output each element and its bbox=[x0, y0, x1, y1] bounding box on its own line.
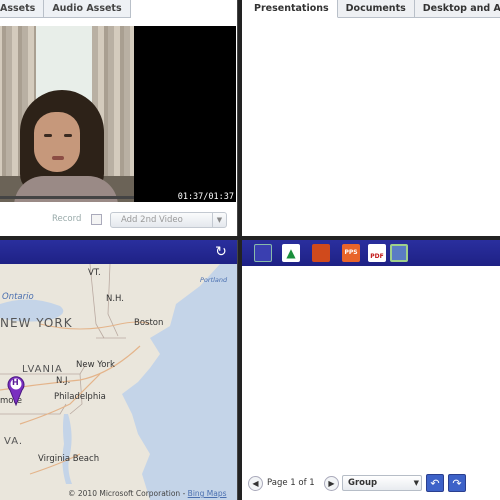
refresh-icon[interactable]: ↻ bbox=[213, 244, 229, 260]
video-letterbox bbox=[134, 26, 236, 202]
map-label-va: VA. bbox=[4, 436, 24, 447]
map-label-virginia-beach: Virginia Beach bbox=[38, 454, 100, 464]
presenter-eye-left bbox=[44, 134, 52, 137]
map-header-bar: ↻ bbox=[0, 240, 237, 264]
record-label: Record bbox=[52, 214, 82, 224]
group-select[interactable]: Group ▼ bbox=[342, 475, 422, 491]
app-root: Assets Audio Assets 01:37/01:37 Record A… bbox=[0, 0, 500, 500]
map-label-boston: Boston bbox=[134, 318, 164, 328]
record-checkbox[interactable] bbox=[91, 214, 102, 225]
video-frame bbox=[0, 26, 134, 202]
next-page-icon[interactable]: ▶ bbox=[324, 476, 339, 491]
map-label-pa: LVANIA bbox=[22, 364, 63, 375]
media-tabs: Assets Audio Assets bbox=[0, 0, 131, 18]
copyright-text: © 2010 Microsoft Corporation bbox=[68, 489, 181, 498]
tab-documents[interactable]: Documents bbox=[337, 0, 415, 18]
presenter-mouth bbox=[52, 156, 64, 160]
video-timecode: 01:37/01:37 bbox=[177, 192, 234, 202]
tab-desktop-and-apps[interactable]: Desktop and Ap bbox=[414, 0, 500, 18]
previous-page-icon[interactable]: ◀ bbox=[248, 476, 263, 491]
chevron-down-icon[interactable]: ▼ bbox=[212, 213, 226, 227]
add-second-video-button[interactable]: Add 2nd Video ▼ bbox=[110, 212, 227, 228]
map-label-new-york-state: NEW YORK bbox=[0, 316, 73, 330]
chevron-down-icon: ▼ bbox=[413, 479, 419, 487]
screen-share-icon[interactable] bbox=[390, 244, 408, 262]
pdf-text: PDF bbox=[370, 253, 384, 260]
record-controls: Record Add 2nd Video ▼ bbox=[0, 210, 236, 230]
bing-maps-link[interactable]: Bing Maps bbox=[188, 489, 227, 498]
tab-audio-assets[interactable]: Audio Assets bbox=[44, 0, 131, 18]
group-select-value: Group bbox=[348, 478, 378, 488]
map-label-portland: Portland bbox=[200, 276, 228, 284]
map-label-new-york-city: New York bbox=[76, 360, 115, 370]
map-panel: ↻ VT. N.H. Portland Ontario NEW YORK Bos… bbox=[0, 240, 238, 500]
documents-tabs: Presentations Documents Desktop and Ap bbox=[246, 0, 500, 18]
map-label-philadelphia: Philadelphia bbox=[54, 392, 106, 402]
redo-icon[interactable]: ↷ bbox=[448, 474, 466, 492]
map-label-nj: N.J. bbox=[56, 376, 71, 386]
whiteboard-panel: ▲ PPS PDF ◀ Page 1 of 1 ▶ Group ▼ ↶ ↷ bbox=[242, 240, 500, 500]
video-progress-bar[interactable] bbox=[0, 196, 134, 199]
page-navigation: ◀ Page 1 of 1 ▶ Group ▼ ↶ ↷ bbox=[248, 474, 500, 494]
video-player[interactable]: 01:37/01:37 bbox=[0, 26, 236, 202]
map-label-ontario: Ontario bbox=[2, 292, 34, 302]
undo-icon[interactable]: ↶ bbox=[426, 474, 444, 492]
ppt-text: PPS bbox=[344, 249, 358, 256]
map-pin[interactable]: H bbox=[6, 374, 26, 406]
acrobat-icon[interactable]: ▲ bbox=[282, 244, 300, 262]
presenter-eye-right bbox=[64, 134, 72, 137]
media-panel: Assets Audio Assets 01:37/01:37 Record A… bbox=[0, 0, 238, 236]
map-copyright: © 2010 Microsoft Corporation - Bing Maps bbox=[68, 489, 227, 498]
slide-icon[interactable] bbox=[254, 244, 272, 262]
documents-panel: Presentations Documents Desktop and Ap bbox=[242, 0, 500, 236]
chesapeake-bay bbox=[62, 414, 72, 484]
powerpoint-icon[interactable] bbox=[312, 244, 330, 262]
page-indicator: Page 1 of 1 bbox=[267, 478, 315, 488]
map-view[interactable]: VT. N.H. Portland Ontario NEW YORK Bosto… bbox=[0, 264, 237, 500]
atlantic-ocean bbox=[122, 264, 237, 500]
pdf-file-icon[interactable]: PDF bbox=[368, 244, 386, 262]
pin-letter: H bbox=[12, 378, 19, 387]
map-label-vt: VT. bbox=[88, 268, 101, 278]
ppt-file-icon[interactable]: PPS bbox=[342, 244, 360, 262]
whiteboard-toolbar: ▲ PPS PDF bbox=[242, 240, 500, 266]
tab-presentations[interactable]: Presentations bbox=[246, 0, 338, 18]
map-label-nh: N.H. bbox=[106, 294, 125, 304]
add-video-label: Add 2nd Video bbox=[121, 215, 183, 225]
presenter-face bbox=[34, 112, 80, 172]
tab-assets[interactable]: Assets bbox=[0, 0, 45, 18]
